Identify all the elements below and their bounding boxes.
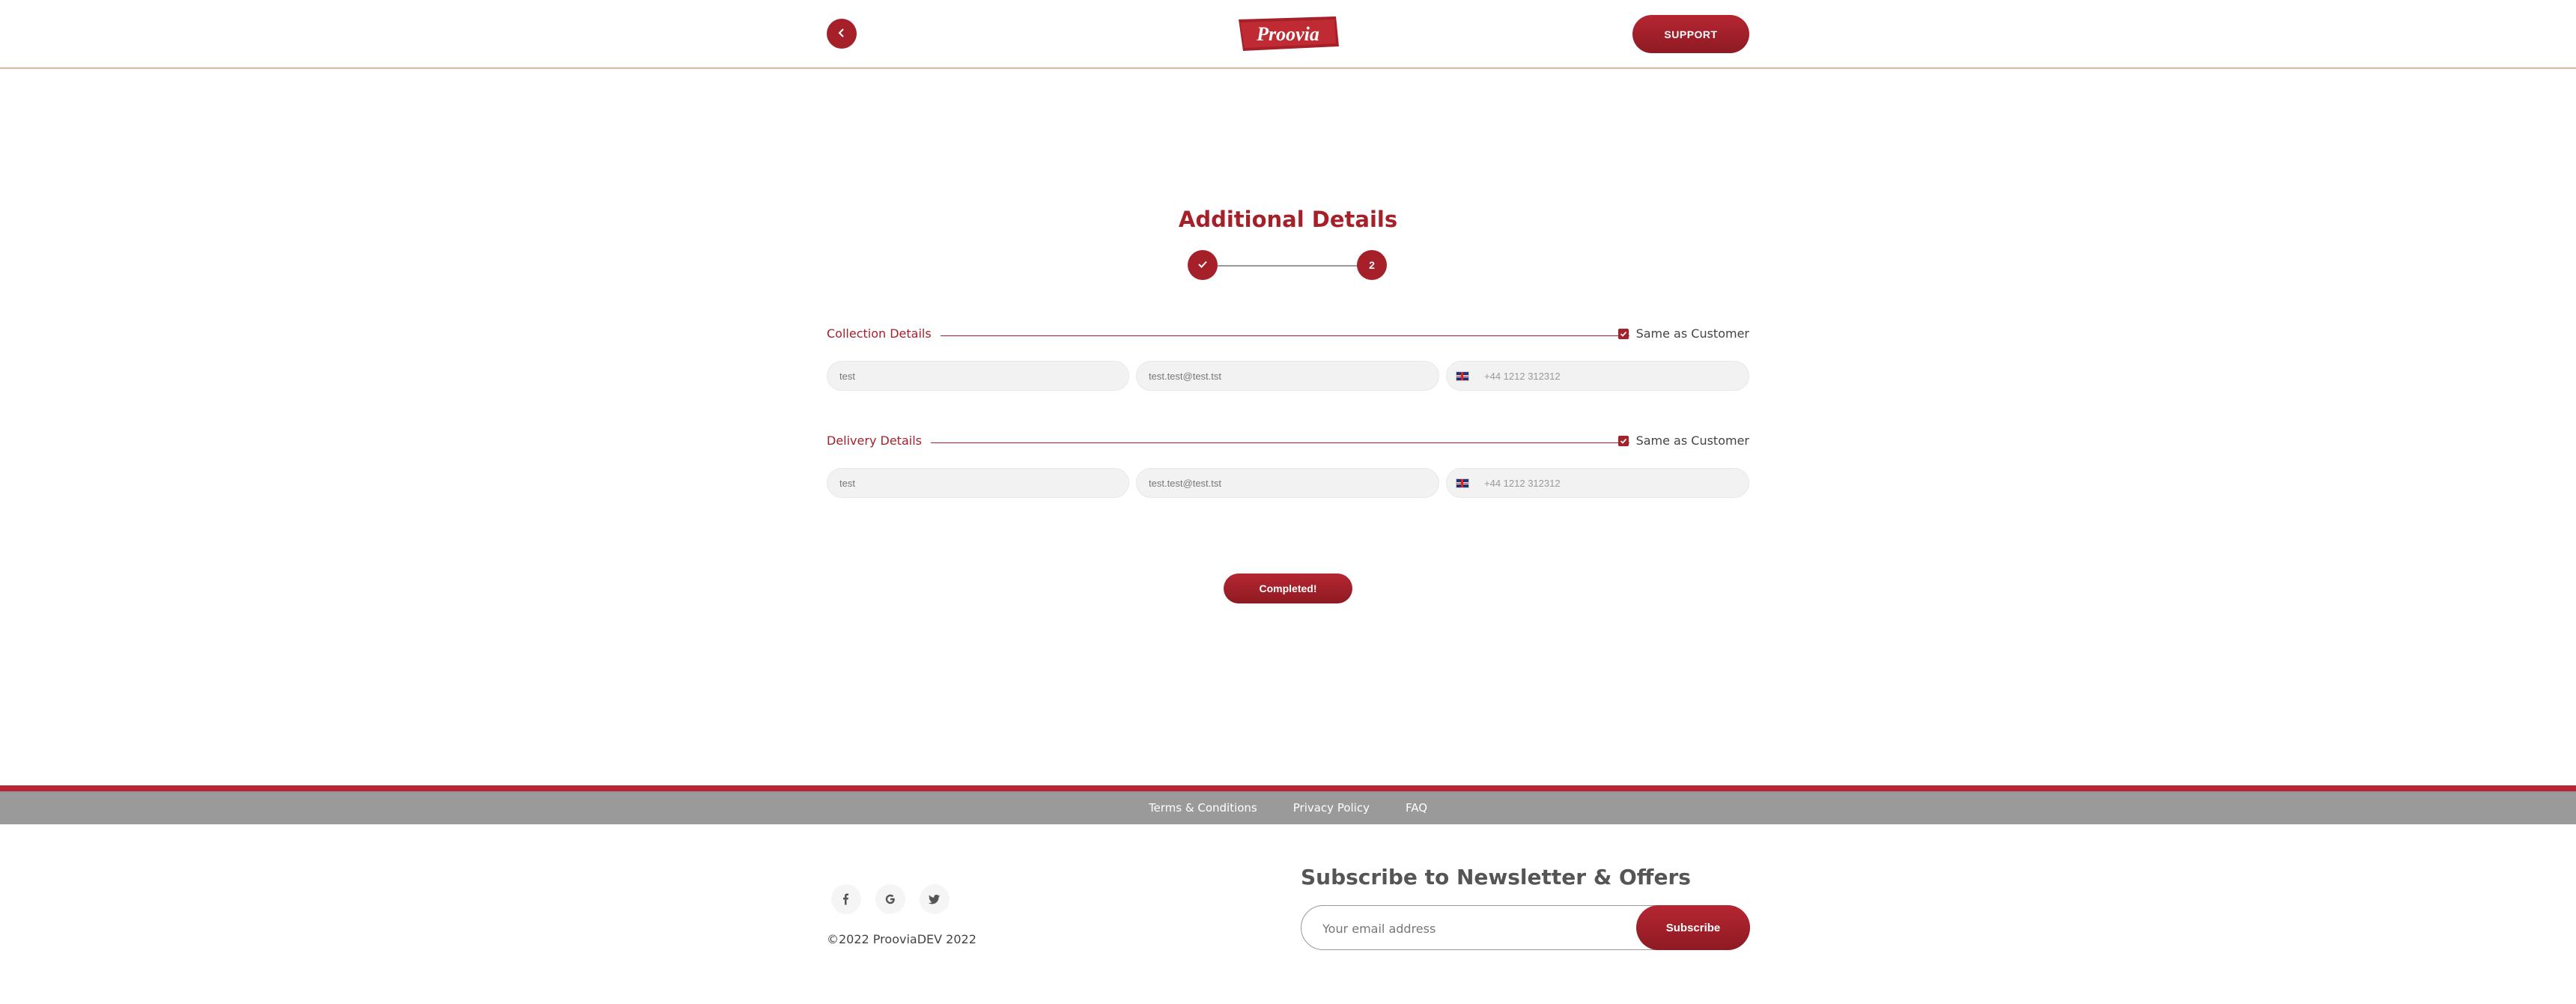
- chevron-left-icon: [836, 28, 847, 40]
- faq-link[interactable]: FAQ: [1406, 801, 1427, 815]
- delivery-details-section: Delivery Details Same as Customer test t…: [827, 433, 1749, 499]
- delivery-details-title: Delivery Details: [827, 433, 931, 448]
- collection-name-value: test: [839, 370, 855, 382]
- check-icon: [1197, 259, 1208, 272]
- privacy-link[interactable]: Privacy Policy: [1293, 801, 1370, 815]
- collection-phone-value: +44 1212 312312: [1484, 370, 1561, 382]
- page-title: Additional Details: [1178, 207, 1398, 232]
- newsletter-form: Subscribe: [1301, 905, 1750, 950]
- copyright-text: ©2022 ProoviaDEV 2022: [827, 932, 976, 946]
- collection-email-field[interactable]: test.test@test.tst: [1136, 361, 1439, 391]
- delivery-name-value: test: [839, 477, 855, 489]
- twitter-icon[interactable]: [920, 884, 950, 914]
- google-icon[interactable]: [875, 884, 905, 914]
- subscribe-button[interactable]: Subscribe: [1636, 905, 1750, 950]
- delivery-phone-field[interactable]: +44 1212 312312: [1446, 468, 1749, 498]
- support-button[interactable]: SUPPORT: [1632, 15, 1749, 53]
- same-as-customer-label: Same as Customer: [1635, 433, 1749, 448]
- delivery-same-as-customer[interactable]: Same as Customer: [1617, 433, 1749, 448]
- delivery-email-value: test.test@test.tst: [1149, 477, 1222, 489]
- progress-stepper: 2: [1188, 250, 1390, 280]
- footer-links-bar: Terms & Conditions Privacy Policy FAQ: [0, 791, 2576, 824]
- top-header: Proovia SUPPORT: [0, 0, 2576, 69]
- collection-email-value: test.test@test.tst: [1149, 370, 1222, 382]
- uk-flag-icon[interactable]: [1456, 371, 1469, 381]
- collection-details-title: Collection Details: [827, 326, 941, 341]
- completed-button[interactable]: Completed!: [1224, 574, 1352, 603]
- collection-name-field[interactable]: test: [827, 361, 1129, 391]
- collection-same-as-customer[interactable]: Same as Customer: [1617, 326, 1749, 341]
- delivery-phone-value: +44 1212 312312: [1484, 477, 1561, 489]
- newsletter-email-input[interactable]: [1321, 913, 1609, 943]
- step-2-current: 2: [1357, 250, 1387, 280]
- stepper-line: [1218, 265, 1360, 267]
- facebook-icon[interactable]: [831, 884, 861, 914]
- section-divider: [827, 442, 1629, 443]
- svg-text:Proovia: Proovia: [1256, 23, 1319, 45]
- uk-flag-icon[interactable]: [1456, 478, 1469, 488]
- newsletter-title: Subscribe to Newsletter & Offers: [1301, 865, 1691, 889]
- collection-details-section: Collection Details Same as Customer test…: [827, 326, 1749, 392]
- step-1-completed: [1188, 250, 1218, 280]
- back-button[interactable]: [827, 19, 857, 49]
- delivery-email-field[interactable]: test.test@test.tst: [1136, 468, 1439, 498]
- footer-accent-bar: [0, 785, 2576, 791]
- delivery-same-checkbox[interactable]: [1617, 435, 1629, 446]
- terms-link[interactable]: Terms & Conditions: [1149, 801, 1257, 815]
- collection-phone-field[interactable]: +44 1212 312312: [1446, 361, 1749, 391]
- proovia-logo[interactable]: Proovia: [1236, 16, 1340, 52]
- collection-same-checkbox[interactable]: [1617, 328, 1629, 339]
- section-divider: [827, 335, 1629, 336]
- same-as-customer-label: Same as Customer: [1635, 326, 1749, 341]
- delivery-name-field[interactable]: test: [827, 468, 1129, 498]
